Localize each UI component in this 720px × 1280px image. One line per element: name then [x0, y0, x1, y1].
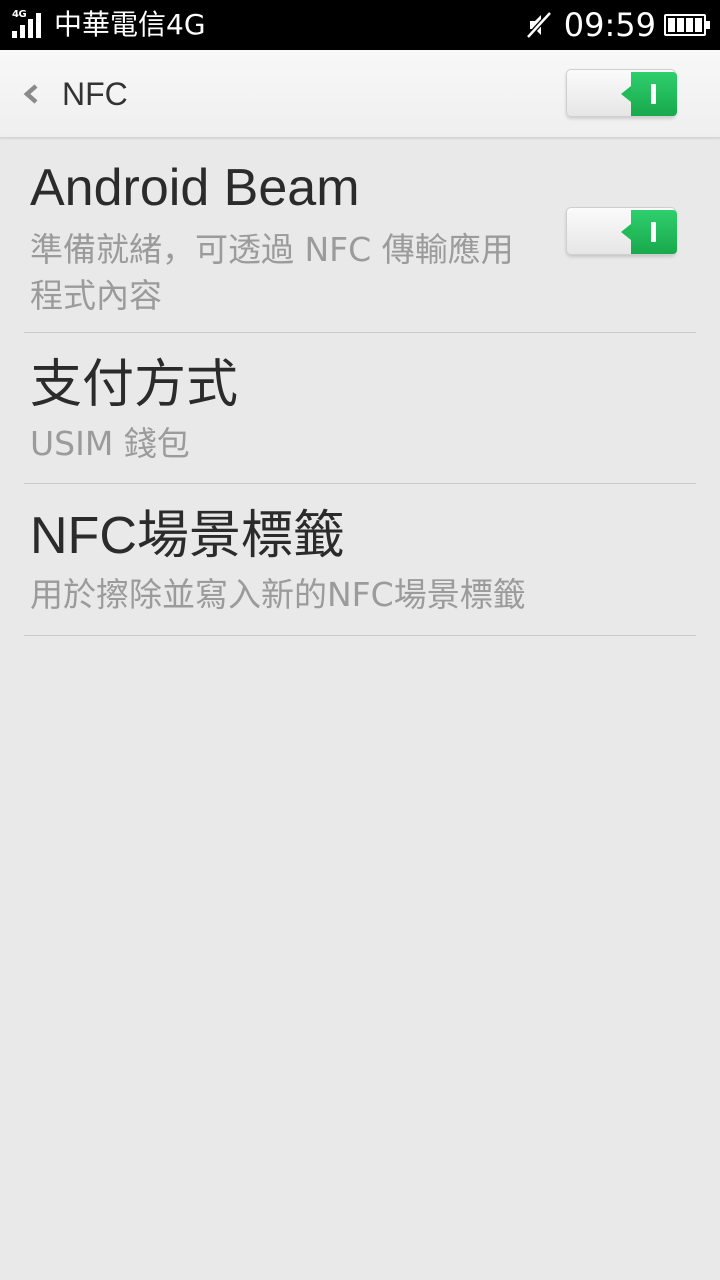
carrier-name: 中華電信4G [54, 8, 206, 41]
android-beam-toggle[interactable] [566, 205, 678, 257]
status-bar: 4G 中華電信4G 09:59 [0, 0, 720, 50]
list-item-title: Android Beam [30, 159, 360, 217]
list-item-title: 支付方式 [30, 356, 239, 414]
chevron-left-icon[interactable] [18, 78, 46, 110]
toggle-on-indicator [621, 72, 677, 116]
network-type-tag: 4G [12, 9, 27, 20]
list-item-subtitle: 準備就緒，可透過 NFC 傳輸應用程式內容 [30, 230, 514, 315]
signal-icon: 4G [12, 10, 46, 40]
page-title: NFC [62, 76, 128, 112]
action-bar: NFC [0, 50, 720, 138]
list-item-title: NFC場景標籤 [30, 507, 345, 565]
status-left: 4G 中華電信4G [12, 0, 206, 50]
list-item-subtitle: 用於擦除並寫入新的NFC場景標籤 [30, 575, 526, 614]
nfc-toggle[interactable] [566, 67, 678, 119]
clock: 09:59 [563, 6, 656, 44]
toggle-on-indicator [621, 210, 677, 254]
list-item-android-beam[interactable]: Android Beam 準備就緒，可透過 NFC 傳輸應用程式內容 [24, 139, 696, 333]
mute-icon [525, 11, 552, 39]
status-right: 09:59 [524, 0, 710, 50]
settings-list: Android Beam 準備就緒，可透過 NFC 傳輸應用程式內容 支付方式 … [0, 139, 720, 636]
battery-icon [664, 14, 710, 36]
list-item-subtitle: USIM 錢包 [30, 424, 190, 463]
list-item-payment-method[interactable]: 支付方式 USIM 錢包 [24, 333, 696, 484]
list-item-nfc-scene-tag[interactable]: NFC場景標籤 用於擦除並寫入新的NFC場景標籤 [24, 484, 696, 636]
